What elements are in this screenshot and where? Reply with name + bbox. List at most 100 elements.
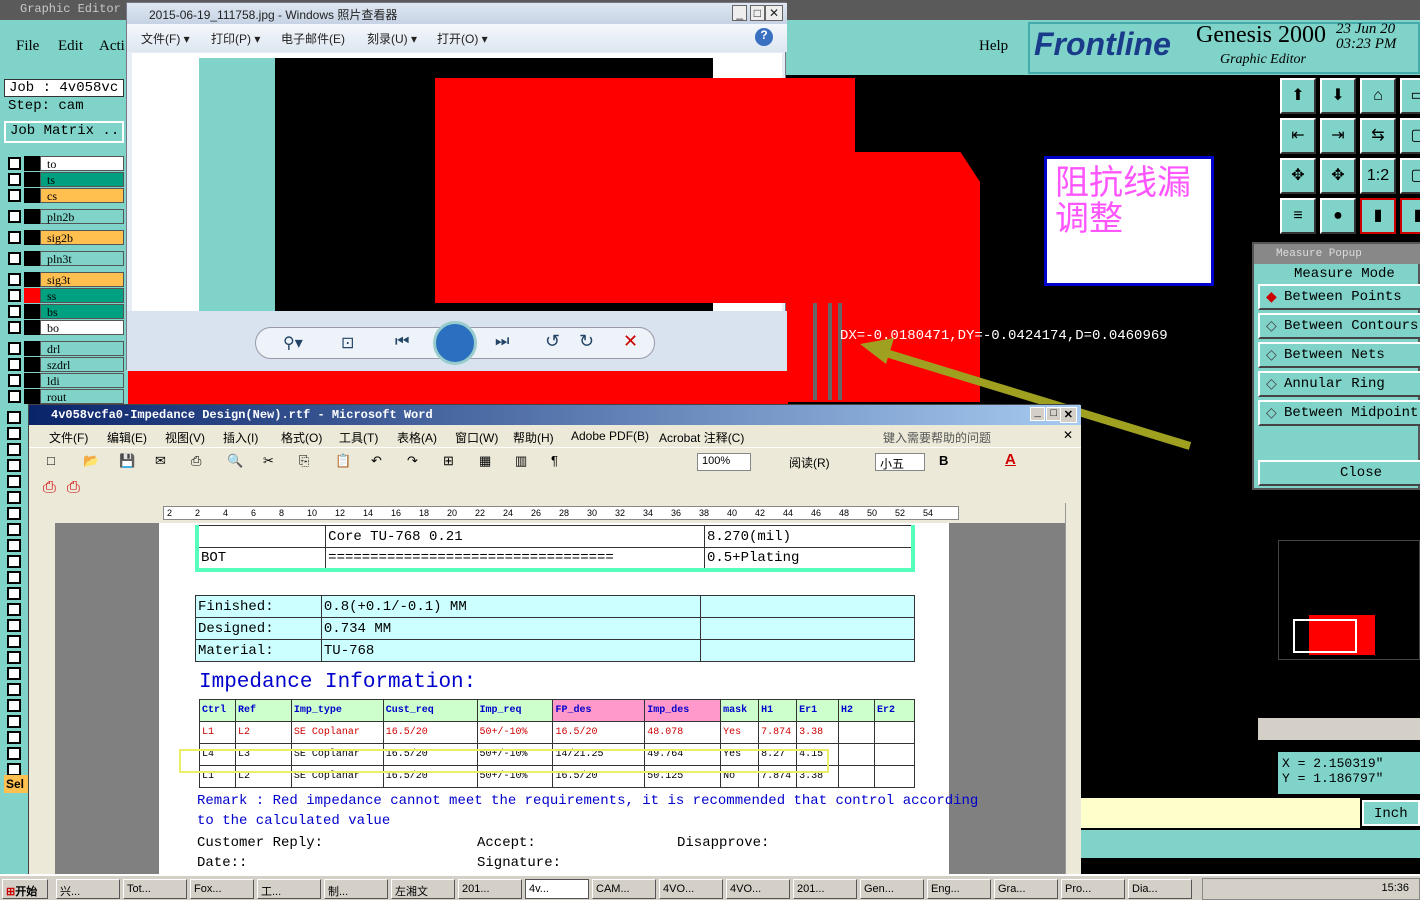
show-marks-icon[interactable]: ¶ (551, 453, 558, 468)
step-checkbox[interactable] (7, 555, 21, 568)
layer-color-swatch[interactable] (24, 272, 40, 287)
zoom-down-icon[interactable]: ⬇ (1320, 78, 1356, 114)
step-checkbox[interactable] (7, 571, 21, 584)
layer-row[interactable]: pln2b (6, 209, 124, 224)
word-menu-item[interactable]: 工具(T) (339, 429, 378, 446)
help-icon[interactable]: ? (755, 28, 773, 46)
rotate-left-icon[interactable]: ↺ (545, 331, 560, 352)
menu-edit[interactable]: Edit (58, 38, 83, 55)
step-checkbox[interactable] (7, 459, 21, 472)
layer-color-swatch[interactable] (24, 172, 40, 187)
cut-icon[interactable]: ✂ (263, 453, 274, 469)
layer-color-swatch[interactable] (24, 373, 40, 388)
layer-color-swatch[interactable] (24, 320, 40, 335)
layer-row[interactable]: rout (6, 389, 124, 404)
pv-menu-print[interactable]: 打印(P) ▾ (211, 30, 260, 47)
delete-icon[interactable]: ✕ (623, 331, 638, 352)
layer-checkbox[interactable] (8, 252, 21, 265)
redo-icon[interactable]: ↷ (407, 453, 418, 469)
fit-icon[interactable]: ✥ (1280, 158, 1316, 194)
layer-tool-icon[interactable]: ▮ (1360, 198, 1396, 234)
pv-menu-file[interactable]: 文件(F) ▾ (141, 30, 190, 47)
layer-name[interactable]: to (40, 156, 124, 171)
layer-checkbox[interactable] (8, 321, 21, 334)
taskbar-item[interactable]: 4VO... (659, 879, 723, 899)
taskbar-item[interactable]: 4v... (525, 879, 589, 899)
help-search-input[interactable]: 键入需要帮助的问题 (883, 429, 991, 446)
step-checkbox[interactable] (7, 619, 21, 632)
layer-color-swatch[interactable] (24, 188, 40, 203)
word-menu-item[interactable]: 表格(A) (397, 429, 437, 446)
taskbar-item[interactable]: Fox... (190, 879, 254, 899)
pan-left-icon[interactable]: ⇤ (1280, 118, 1316, 154)
layer-name[interactable]: pln2b (40, 209, 124, 224)
layer-checkbox[interactable] (8, 189, 21, 202)
preview-icon[interactable]: 🔍 (227, 453, 243, 469)
word-menu-item[interactable]: 窗口(W) (455, 429, 498, 446)
layer-name[interactable]: ts (40, 172, 124, 187)
layer-row[interactable]: ts (6, 172, 124, 187)
taskbar-item[interactable]: Dia... (1128, 879, 1192, 899)
between-points-option[interactable]: ◆ Between Points (1258, 284, 1420, 310)
zoom-select[interactable]: 100% (697, 453, 751, 471)
layer-color-swatch[interactable] (24, 357, 40, 372)
pdf-icon[interactable]: ⎙ (43, 479, 56, 497)
layer-checkbox[interactable] (8, 342, 21, 355)
units-button[interactable]: Inch (1362, 800, 1420, 826)
step-checkbox[interactable] (7, 475, 21, 488)
probe-icon[interactable]: ● (1320, 198, 1356, 234)
new-icon[interactable]: □ (47, 453, 55, 468)
step-checkbox[interactable] (7, 603, 21, 616)
rotate-right-icon[interactable]: ↻ (579, 331, 594, 352)
document-page[interactable]: Core TU-768 0.21 8.270(mil) BOT ===========… (159, 523, 978, 875)
zoom-up-icon[interactable]: ⬆ (1280, 78, 1316, 114)
taskbar-item[interactable]: CAM... (592, 879, 656, 899)
layer-row[interactable]: ss (6, 288, 124, 303)
layer-checkbox[interactable] (8, 305, 21, 318)
step-checkbox[interactable] (7, 587, 21, 600)
layer-row[interactable]: sig3t (6, 272, 124, 287)
mail-icon[interactable]: ✉ (155, 453, 166, 469)
minimize-icon[interactable]: _ (732, 5, 747, 21)
layer-checkbox[interactable] (8, 390, 21, 403)
menu-actions[interactable]: Acti (99, 38, 125, 55)
word-menu-item[interactable]: 帮助(H) (513, 429, 554, 446)
layer-color-swatch[interactable] (24, 251, 40, 266)
columns-icon[interactable]: ▦ (479, 453, 491, 469)
menu-file[interactable]: File (16, 38, 39, 55)
word-menu-item[interactable]: Acrobat 注释(C) (659, 429, 744, 446)
layer-color-swatch[interactable] (24, 304, 40, 319)
menu-help[interactable]: Help (979, 38, 1008, 55)
pan-right-icon[interactable]: ⇥ (1320, 118, 1356, 154)
layer-name[interactable]: bo (40, 320, 124, 335)
close-doc-icon[interactable]: ✕ (1063, 428, 1073, 442)
step-checkbox[interactable] (7, 683, 21, 696)
layer-name[interactable]: sig3t (40, 272, 124, 287)
insert-table-icon[interactable]: ⊞ (443, 453, 454, 469)
word-menu-item[interactable]: 编辑(E) (107, 429, 147, 446)
step-checkbox[interactable] (7, 635, 21, 648)
window-icon[interactable]: ▭ (1400, 78, 1420, 114)
layer-color-swatch[interactable] (24, 341, 40, 356)
step-checkbox[interactable] (7, 427, 21, 440)
word-menu-item[interactable]: Adobe PDF(B) (571, 429, 649, 443)
copy-icon[interactable]: ⎘ (299, 453, 309, 469)
step-checkbox[interactable] (7, 715, 21, 728)
zoom-icon[interactable]: ⚲▾ (283, 333, 303, 353)
between-nets-option[interactable]: ◇ Between Nets (1258, 342, 1420, 368)
step-checkbox[interactable] (7, 731, 21, 744)
step-checkbox[interactable] (7, 747, 21, 760)
annular-ring-option[interactable]: ◇ Annular Ring (1258, 371, 1420, 397)
taskbar-item[interactable]: 兴... (56, 879, 120, 899)
taskbar-item[interactable]: 制... (324, 879, 388, 899)
taskbar-item[interactable]: Gra... (994, 879, 1058, 899)
scale-icon[interactable]: 1:2 (1360, 158, 1396, 194)
bold-button[interactable]: B (939, 453, 948, 468)
layer-checkbox[interactable] (8, 173, 21, 186)
close-button[interactable]: Close (1258, 460, 1420, 486)
word-menu-item[interactable]: 文件(F) (49, 429, 88, 446)
start-button[interactable]: ⊞开始 (2, 879, 48, 899)
mini-map-view[interactable] (1293, 619, 1357, 653)
taskbar-item[interactable]: Tot... (123, 879, 187, 899)
slideshow-icon[interactable] (433, 321, 477, 365)
